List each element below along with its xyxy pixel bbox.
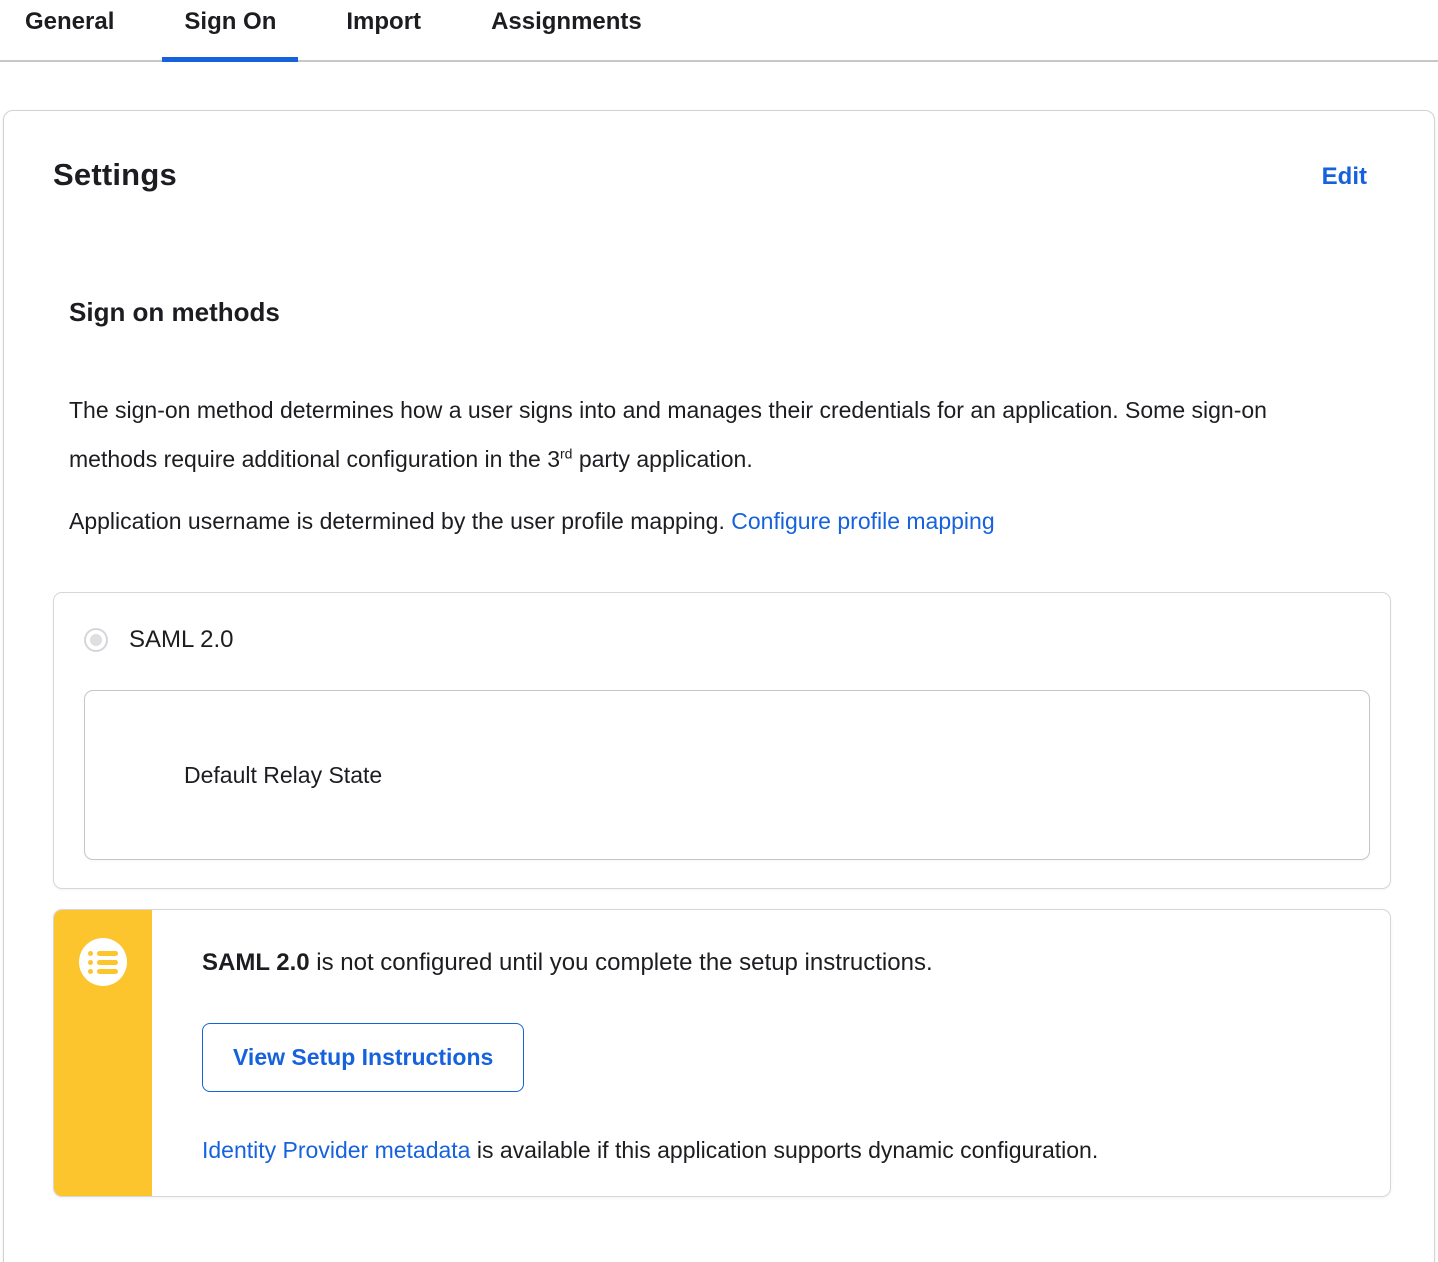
metadata-note: Identity Provider metadata is available … — [202, 1135, 1370, 1165]
tab-import[interactable]: Import — [324, 0, 443, 60]
description-text-part2: party application. — [572, 446, 753, 472]
settings-card: Settings Edit Sign on methods The sign-o… — [3, 110, 1435, 1262]
list-icon-row — [88, 950, 118, 956]
callout-message-bold: SAML 2.0 — [202, 949, 310, 976]
settings-card-header: Settings Edit — [53, 157, 1389, 193]
description-superscript: rd — [560, 445, 573, 462]
list-icon-row — [88, 968, 118, 974]
saml-method-box: SAML 2.0 Default Relay State — [53, 592, 1391, 889]
configure-profile-mapping-link[interactable]: Configure profile mapping — [731, 508, 994, 534]
metadata-note-text: is available if this application support… — [470, 1137, 1099, 1163]
callout-yellow-strip — [54, 910, 152, 1196]
radio-dot — [90, 634, 102, 646]
saml-radio-button[interactable] — [84, 628, 108, 652]
sign-on-methods-description: The sign-on method determines how a user… — [69, 386, 1349, 484]
callout-message-text: is not configured until you complete the… — [309, 949, 933, 976]
app-tab-bar: General Sign On Import Assignments — [0, 0, 1438, 62]
saml-not-configured-callout: SAML 2.0 is not configured until you com… — [53, 909, 1391, 1197]
saml-radio-label: SAML 2.0 — [129, 626, 234, 653]
default-relay-state-label: Default Relay State — [184, 761, 383, 788]
tab-assignments[interactable]: Assignments — [469, 0, 664, 60]
list-icon-row — [88, 959, 118, 965]
saml-settings-panel: Default Relay State — [84, 690, 1370, 860]
tab-sign-on[interactable]: Sign On — [162, 0, 299, 62]
username-mapping-text: Application username is determined by th… — [69, 508, 732, 534]
saml-radio-row[interactable]: SAML 2.0 — [84, 626, 1364, 654]
setup-instructions-list-icon — [79, 938, 127, 986]
sign-on-methods-heading: Sign on methods — [69, 297, 280, 327]
callout-body: SAML 2.0 is not configured until you com… — [152, 910, 1390, 1196]
edit-link[interactable]: Edit — [1322, 163, 1367, 191]
tab-general[interactable]: General — [3, 0, 136, 60]
callout-message: SAML 2.0 is not configured until you com… — [202, 948, 1370, 978]
identity-provider-metadata-link[interactable]: Identity Provider metadata — [202, 1137, 470, 1163]
view-setup-instructions-button[interactable]: View Setup Instructions — [202, 1023, 525, 1092]
username-mapping-note: Application username is determined by th… — [69, 506, 1349, 536]
settings-title: Settings — [53, 157, 177, 192]
